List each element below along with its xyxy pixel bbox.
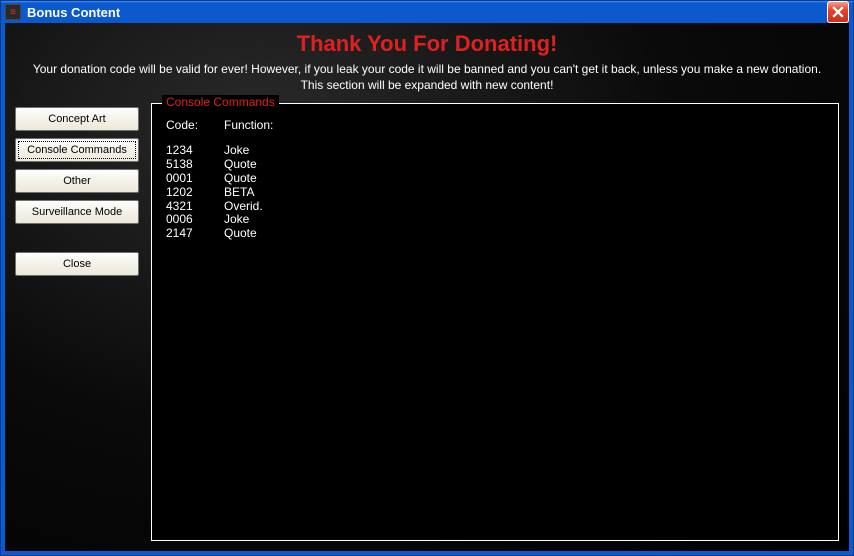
cell-code: 4321 — [166, 200, 224, 214]
cell-function: BETA — [224, 186, 254, 200]
table-row: 1202BETA — [166, 186, 824, 200]
sidebar-item-other[interactable]: Other — [15, 169, 139, 193]
app-icon: ≡ — [5, 4, 21, 20]
panel-legend: Console Commands — [162, 95, 279, 109]
cell-code: 5138 — [166, 158, 224, 172]
page-title: Thank You For Donating! — [15, 31, 839, 57]
table-row: 4321Overid. — [166, 200, 824, 214]
cell-code: 1202 — [166, 186, 224, 200]
table-row: 2147Quote — [166, 227, 824, 241]
console-commands-panel: Console Commands Code: Function: 1234Jok… — [151, 103, 839, 541]
cell-code: 1234 — [166, 144, 224, 158]
cell-function: Joke — [224, 144, 249, 158]
table-row: 1234Joke — [166, 144, 824, 158]
body-row: Concept Art Console Commands Other Surve… — [15, 103, 839, 541]
cell-function: Quote — [224, 158, 257, 172]
cell-code: 0001 — [166, 172, 224, 186]
cell-code: 0006 — [166, 213, 224, 227]
header-function: Function: — [224, 118, 273, 132]
sub-text-2: This section will be expanded with new c… — [15, 77, 839, 93]
table-row: 0001Quote — [166, 172, 824, 186]
table-row: 5138Quote — [166, 158, 824, 172]
cell-function: Quote — [224, 172, 257, 186]
bonus-content-window: ≡ Bonus Content Thank You For Donating! … — [0, 0, 854, 556]
sidebar-item-concept-art[interactable]: Concept Art — [15, 107, 139, 131]
sidebar-item-console-commands[interactable]: Console Commands — [15, 138, 139, 162]
header-code: Code: — [166, 118, 224, 132]
close-icon — [832, 6, 844, 18]
cell-code: 2147 — [166, 227, 224, 241]
table-row: 0006Joke — [166, 213, 824, 227]
titlebar[interactable]: ≡ Bonus Content — [1, 1, 853, 23]
sidebar-item-surveillance-mode[interactable]: Surveillance Mode — [15, 200, 139, 224]
window-close-button[interactable] — [827, 1, 849, 23]
client-area: Thank You For Donating! Your donation co… — [5, 23, 849, 551]
cell-function: Overid. — [224, 200, 263, 214]
close-button[interactable]: Close — [15, 252, 139, 276]
cell-function: Quote — [224, 227, 257, 241]
window-title: Bonus Content — [27, 5, 827, 20]
command-table: Code: Function: 1234Joke5138Quote0001Quo… — [166, 118, 824, 241]
sub-text-1: Your donation code will be valid for eve… — [15, 61, 839, 77]
sidebar-spacer — [15, 231, 143, 245]
sidebar: Concept Art Console Commands Other Surve… — [15, 103, 143, 541]
command-table-header: Code: Function: — [166, 118, 824, 132]
cell-function: Joke — [224, 213, 249, 227]
